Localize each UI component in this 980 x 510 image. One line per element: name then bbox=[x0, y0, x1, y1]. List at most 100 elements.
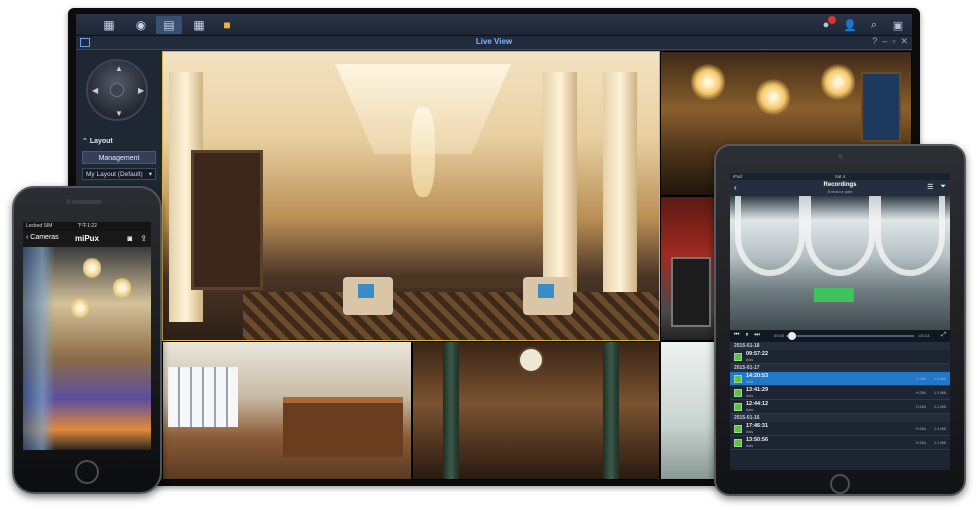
recording-camera: Axis bbox=[746, 380, 754, 384]
recording-camera: Axis bbox=[746, 430, 754, 434]
recording-size: 1.5 MB bbox=[933, 377, 946, 381]
nav-bar: ‹ Cameras miPux ◙ ⇪ bbox=[23, 231, 151, 247]
user-icon[interactable]: 👤 bbox=[842, 17, 858, 33]
status-bar: iPad Sat 4 bbox=[730, 173, 950, 180]
ptz-home-button[interactable] bbox=[110, 83, 124, 97]
camera-tile-lobby[interactable] bbox=[162, 51, 660, 341]
window-title-bar: Live View ? – ▫ ✕ bbox=[76, 36, 912, 50]
front-camera bbox=[838, 154, 843, 159]
pan-up-icon[interactable]: ▲ bbox=[115, 64, 123, 73]
camera-icon[interactable]: ◉ bbox=[128, 16, 154, 34]
filter-icon[interactable]: ⏷ bbox=[940, 183, 946, 191]
list-icon[interactable]: ☰ bbox=[927, 183, 933, 191]
recording-camera: Axis bbox=[746, 394, 754, 398]
recording-codec: H.264 bbox=[915, 427, 926, 431]
recording-camera: Axis bbox=[746, 408, 754, 412]
notification-icon[interactable]: ● bbox=[818, 16, 836, 33]
search-icon[interactable]: ⌕ bbox=[866, 17, 882, 33]
recording-row[interactable]: 17:46:31 Axis H.264 1.4 MB bbox=[730, 422, 950, 436]
earpiece bbox=[72, 200, 102, 204]
recording-thumbnail-icon bbox=[734, 439, 742, 447]
recording-player[interactable] bbox=[730, 196, 950, 330]
recording-row[interactable]: 12:44:12 Axis H.264 1.2 MB bbox=[730, 400, 950, 414]
recording-row[interactable]: 09:57:22 Axis bbox=[730, 350, 950, 364]
recording-date-header: 2015-01-17 bbox=[730, 364, 950, 372]
recording-codec: H.264 bbox=[915, 391, 926, 395]
recording-icon[interactable]: ■ bbox=[214, 16, 240, 34]
recording-time: 09:57:22 bbox=[746, 351, 769, 357]
system-tray: ● 👤 ⌕ ▣ bbox=[818, 16, 906, 33]
main-menu-icon[interactable]: ▦ bbox=[96, 16, 122, 34]
recording-thumbnail-icon bbox=[734, 353, 742, 361]
seek-handle[interactable] bbox=[788, 332, 796, 340]
pause-icon[interactable]: ⏸ bbox=[745, 332, 748, 339]
recording-thumbnail-icon bbox=[734, 389, 742, 397]
live-video-feed[interactable] bbox=[23, 247, 151, 450]
window-title: Live View bbox=[475, 37, 513, 46]
chevron-down-icon: ▾ bbox=[148, 171, 152, 178]
recording-codec: H.264 bbox=[915, 405, 926, 409]
timeline-icon[interactable]: ▦ bbox=[186, 16, 212, 34]
layout-heading[interactable]: ⌃ Layout bbox=[82, 137, 113, 145]
management-button[interactable]: Management bbox=[82, 151, 156, 164]
pan-down-icon[interactable]: ▼ bbox=[115, 109, 123, 118]
recording-size: 1.1 MB bbox=[933, 441, 946, 445]
recording-date-header: 2015-01-18 bbox=[730, 342, 950, 350]
widgets-icon[interactable]: ▣ bbox=[890, 17, 906, 33]
recording-codec: H.264 bbox=[915, 377, 926, 381]
recording-camera: Axis bbox=[746, 444, 754, 448]
player-controls: ⏮ ⏸ ⏭ 00:00 -00:13 ⤢ bbox=[730, 330, 950, 342]
ptz-joystick[interactable]: ▲ ▼ ◀ ▶ bbox=[86, 59, 148, 121]
recording-time: 13:50:56 bbox=[746, 437, 769, 443]
seek-slider[interactable] bbox=[786, 335, 914, 337]
remaining-time: -00:13 bbox=[918, 333, 930, 338]
restore-icon[interactable]: ▫ bbox=[892, 36, 895, 47]
recording-size: 1.3 MB bbox=[933, 391, 946, 395]
page-title: Recordings bbox=[823, 182, 857, 188]
share-icon[interactable]: ⇪ bbox=[140, 234, 147, 243]
recording-row[interactable]: 14:20:53 Axis H.264 1.5 MB bbox=[730, 372, 950, 386]
recording-codec: H.264 bbox=[915, 441, 926, 445]
recording-time: 14:20:53 bbox=[746, 373, 769, 379]
pan-right-icon[interactable]: ▶ bbox=[138, 86, 144, 95]
home-button[interactable] bbox=[75, 460, 99, 484]
pan-left-icon[interactable]: ◀ bbox=[92, 86, 98, 95]
camera-tile-hall[interactable] bbox=[412, 341, 660, 480]
elapsed-time: 00:00 bbox=[774, 333, 785, 338]
recording-size: 1.2 MB bbox=[933, 405, 946, 409]
help-icon[interactable]: ? bbox=[872, 36, 877, 47]
iphone-device: Locked SIM 下午1:22 ‹ Cameras miPux ◙ ⇪ bbox=[12, 186, 162, 494]
front-camera bbox=[66, 199, 71, 204]
recording-time: 12:44:12 bbox=[746, 401, 769, 407]
snapshot-icon[interactable]: ◙ bbox=[127, 234, 132, 243]
recording-row[interactable]: 13:41:29 Axis H.264 1.3 MB bbox=[730, 386, 950, 400]
recording-thumbnail-icon bbox=[734, 403, 742, 411]
live-view-icon[interactable]: ▤ bbox=[156, 16, 182, 34]
minimize-icon[interactable]: – bbox=[882, 36, 887, 47]
recording-size: 1.4 MB bbox=[933, 427, 946, 431]
recording-time: 13:41:29 bbox=[746, 387, 769, 393]
close-icon[interactable]: ✕ bbox=[900, 36, 908, 47]
home-button[interactable] bbox=[830, 474, 850, 494]
ipad-screen: iPad Sat 4 ‹ Recordings Entrance gate ☰ … bbox=[730, 173, 950, 470]
fullscreen-icon[interactable]: ⤢ bbox=[941, 332, 946, 339]
previous-icon[interactable]: ⏮ bbox=[734, 332, 739, 339]
recording-date-header: 2015-01-16 bbox=[730, 414, 950, 422]
page-subtitle: Entrance gate bbox=[827, 189, 853, 194]
taskbar: ▦ ◉ ▤ ▦ ■ ● 👤 ⌕ ▣ bbox=[76, 14, 912, 36]
nav-bar: ‹ Recordings Entrance gate ☰ ⏷ bbox=[730, 180, 950, 196]
window-controls: ? – ▫ ✕ bbox=[872, 36, 908, 47]
next-icon[interactable]: ⏭ bbox=[754, 332, 759, 339]
camera-tile-bar[interactable] bbox=[162, 341, 412, 480]
recordings-list: 2015-01-18 09:57:22 Axis 2015-01-17 14:20:53… bbox=[730, 342, 950, 470]
recording-thumbnail-icon bbox=[734, 375, 742, 383]
ipad-device: iPad Sat 4 ‹ Recordings Entrance gate ☰ … bbox=[714, 144, 966, 496]
status-time: Sat 4 bbox=[834, 174, 846, 179]
status-time: 下午1:22 bbox=[77, 223, 97, 229]
status-bar: Locked SIM 下午1:22 bbox=[23, 222, 151, 231]
recording-thumbnail-icon bbox=[734, 425, 742, 433]
layout-select[interactable]: My Layout (Default) ▾ bbox=[82, 168, 156, 180]
recording-camera: Axis bbox=[746, 358, 754, 362]
recording-time: 17:46:31 bbox=[746, 423, 769, 429]
recording-row[interactable]: 13:50:56 Axis H.264 1.1 MB bbox=[730, 436, 950, 450]
